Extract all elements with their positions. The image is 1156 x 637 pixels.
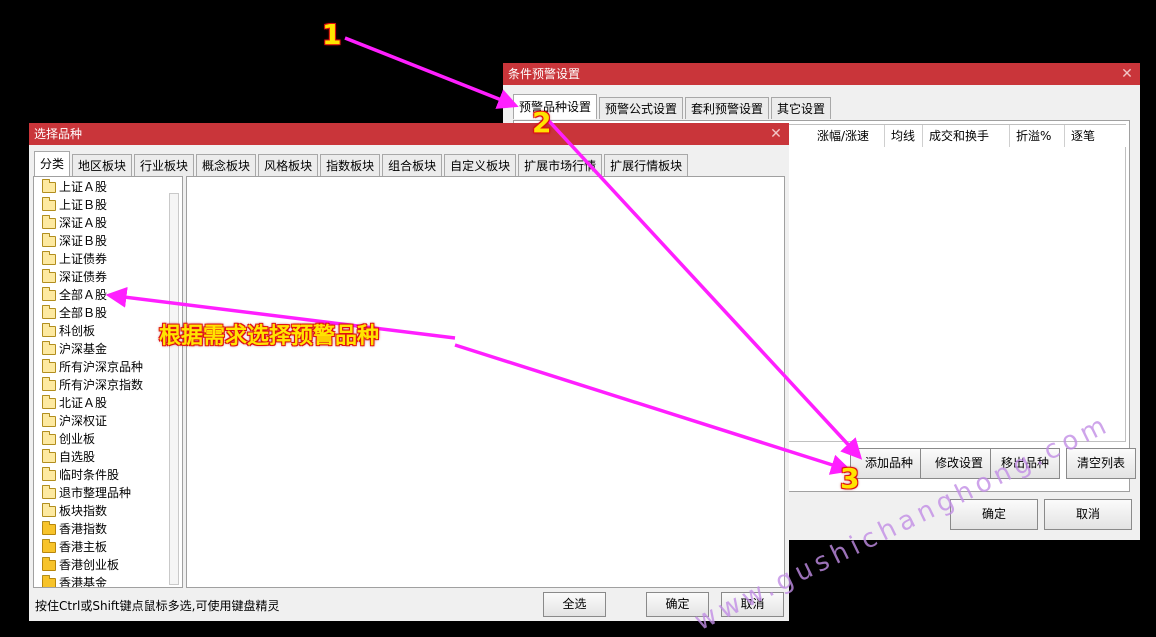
arrow-step2 [546,118,863,460]
step3-marker: 3 [840,462,860,495]
arrow-callout-right [454,343,853,475]
arrow-step1 [344,36,519,109]
callout-select-variety: 根据需求选择预警品种 [159,324,380,349]
step2-marker: 2 [532,106,552,139]
annotation-arrows [105,36,863,475]
step1-marker: 1 [322,18,342,51]
